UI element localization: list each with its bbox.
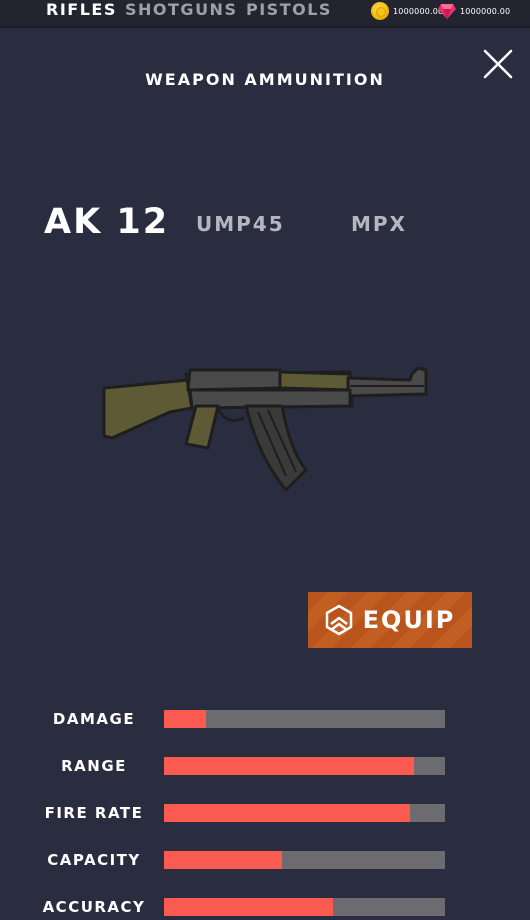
stat-bar: [164, 898, 445, 916]
gem-balance: 1000000.00: [438, 2, 510, 20]
gold-coin-icon: [371, 2, 389, 20]
pink-gem-icon: [438, 4, 456, 19]
weapon-tab-ump45[interactable]: UMP45: [196, 212, 285, 236]
weapon-tab-mpx[interactable]: MPX: [351, 212, 407, 236]
stat-label: RANGE: [61, 757, 127, 775]
equip-button[interactable]: EQUIP: [308, 592, 472, 648]
equip-label: EQUIP: [362, 606, 456, 634]
stat-fill: [164, 710, 207, 728]
rifle-image: [102, 366, 428, 492]
stat-row-damage: DAMAGE: [0, 709, 530, 729]
stat-fill: [164, 804, 410, 822]
stat-label: DAMAGE: [52, 710, 136, 728]
stat-label: ACCURACY: [42, 898, 146, 916]
category-bar: RIFLES SHOTGUNS PISTOLS 1000000.00 10000…: [0, 0, 530, 28]
stat-bar: [164, 757, 445, 775]
tab-pistols[interactable]: PISTOLS: [246, 0, 332, 22]
stat-row-fire-rate: FIRE RATE: [0, 803, 530, 823]
coin-balance: 1000000.00: [371, 2, 443, 20]
stat-fill: [164, 851, 283, 869]
stat-row-accuracy: ACCURACY: [0, 897, 530, 917]
stat-bar: [164, 804, 445, 822]
stat-label: CAPACITY: [47, 851, 141, 869]
stat-fill: [164, 898, 333, 916]
stat-row-capacity: CAPACITY: [0, 850, 530, 870]
tab-rifles[interactable]: RIFLES: [46, 0, 117, 22]
stat-row-range: RANGE: [0, 756, 530, 776]
page-title: WEAPON AMMUNITION: [145, 70, 385, 89]
stat-fill: [164, 757, 415, 775]
stat-label: FIRE RATE: [44, 804, 144, 822]
tab-shotguns[interactable]: SHOTGUNS: [125, 0, 237, 22]
weapon-tab-ak12[interactable]: AK 12: [44, 202, 169, 242]
stat-bar: [164, 851, 445, 869]
stat-bar: [164, 710, 445, 728]
gem-amount: 1000000.00: [460, 6, 511, 16]
rank-chevron-icon: [325, 604, 352, 636]
coin-amount: 1000000.00: [393, 6, 444, 16]
